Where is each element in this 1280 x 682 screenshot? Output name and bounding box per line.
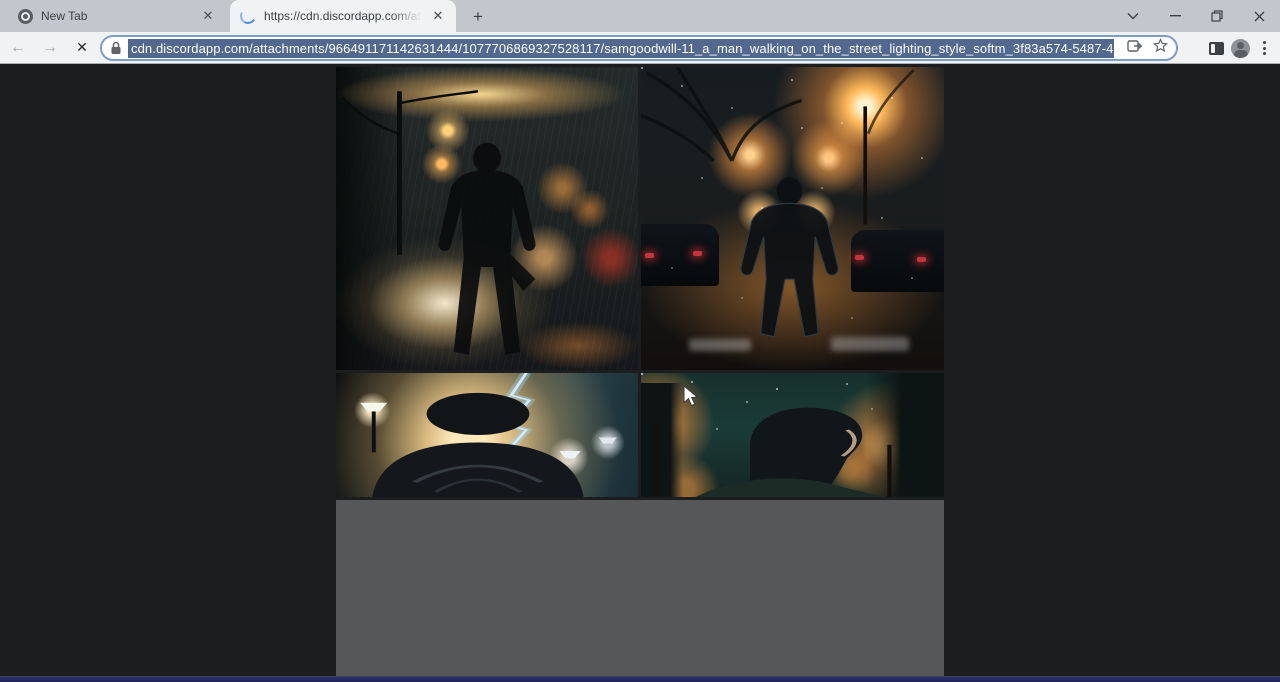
tab-search-chevron-icon[interactable] <box>1112 0 1154 32</box>
page-content <box>0 64 1280 676</box>
loading-spinner-icon <box>238 6 258 26</box>
image-quadrant-snowy-street <box>641 67 944 370</box>
back-button[interactable]: ← <box>4 34 32 62</box>
bookmark-star-icon[interactable] <box>1153 38 1168 58</box>
tab-close-icon[interactable]: ✕ <box>200 8 216 24</box>
minimize-button[interactable] <box>1154 0 1196 32</box>
chrome-logo-icon <box>18 9 33 24</box>
tab-new-tab[interactable]: New Tab ✕ <box>8 0 226 32</box>
windows-taskbar-edge <box>0 676 1280 682</box>
forward-button[interactable]: → <box>36 34 64 62</box>
maximize-restore-button[interactable] <box>1196 0 1238 32</box>
side-panel-icon[interactable] <box>1209 42 1224 55</box>
tab-discord-cdn[interactable]: https://cdn.discordapp.com/atta ✕ <box>230 0 456 32</box>
browser-toolbar: ← → ✕ cdn.discordapp.com/attachments/966… <box>0 32 1280 64</box>
profile-avatar[interactable] <box>1231 39 1250 58</box>
address-bar[interactable]: cdn.discordapp.com/attachments/966491171… <box>100 35 1178 61</box>
menu-dots-icon[interactable] <box>1257 41 1272 55</box>
image-quadrant-lightning-man <box>336 373 638 497</box>
tab-close-icon[interactable]: ✕ <box>430 8 446 24</box>
image-loading-placeholder <box>336 500 944 679</box>
stop-loading-button[interactable]: ✕ <box>68 34 96 62</box>
image-quadrant-rainy-street <box>336 67 638 370</box>
new-tab-button[interactable]: + <box>466 5 490 29</box>
share-icon[interactable] <box>1127 39 1143 58</box>
tab-title: New Tab <box>41 9 192 23</box>
url-text-selected[interactable]: cdn.discordapp.com/attachments/966491171… <box>128 39 1114 58</box>
mouse-cursor <box>683 385 699 409</box>
browser-window: New Tab ✕ https://cdn.discordapp.com/att… <box>0 0 1280 682</box>
close-window-button[interactable] <box>1238 0 1280 32</box>
tab-strip: New Tab ✕ https://cdn.discordapp.com/att… <box>0 0 1280 32</box>
generated-image-grid[interactable] <box>336 67 944 679</box>
lock-icon[interactable] <box>110 41 122 55</box>
tab-title: https://cdn.discordapp.com/atta <box>264 9 422 23</box>
toolbar-right-cluster <box>1209 32 1280 64</box>
